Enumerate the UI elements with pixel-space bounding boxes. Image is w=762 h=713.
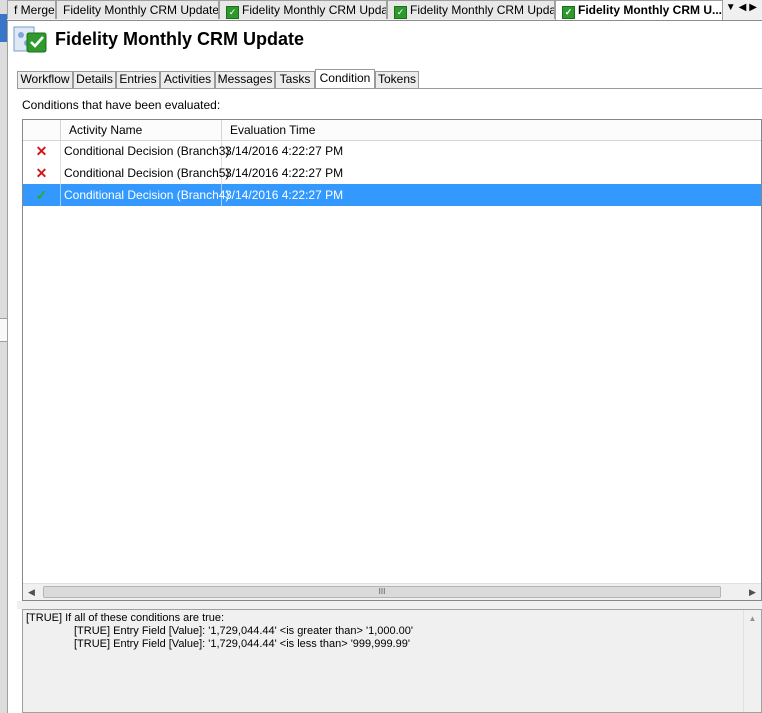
page-title: Fidelity Monthly CRM Update xyxy=(55,29,304,49)
view-tab-strip: Workflow Details Entries Activities Mess… xyxy=(17,69,762,89)
doc-tab-label: Fidelity Monthly CRM Update xyxy=(410,3,555,17)
condition-details-pane: [TRUE] If all of these conditions are tr… xyxy=(22,609,762,713)
tab-scroll-right-icon[interactable]: ▶ xyxy=(749,2,760,13)
tab-activities[interactable]: Activities xyxy=(160,71,215,88)
details-line: [TRUE] Entry Field [Value]: '1,729,044.4… xyxy=(74,625,414,637)
fail-icon: ✕ xyxy=(23,140,61,162)
scroll-up-icon[interactable]: ▲ xyxy=(744,612,761,625)
tab-scroll-left-icon[interactable]: ◀ xyxy=(739,2,750,13)
conditions-label: Conditions that have been evaluated: xyxy=(22,98,221,112)
tab-tokens[interactable]: Tokens xyxy=(375,71,419,88)
evaluation-time-cell: 3/14/2016 4:22:27 PM xyxy=(225,188,344,202)
doc-tab-label: Fidelity Monthly CRM Update xyxy=(242,3,387,17)
tab-workflow[interactable]: Workflow xyxy=(17,71,73,88)
checkmark-icon: ✓ xyxy=(394,6,407,19)
pass-icon: ✓ xyxy=(23,184,61,206)
vertical-scrollbar[interactable]: ▲ xyxy=(743,610,761,712)
pane-splitter[interactable] xyxy=(17,601,762,609)
column-header-evaluation-time[interactable]: Evaluation Time xyxy=(222,120,761,140)
doc-tab-merge[interactable]: f Merge xyxy=(7,0,56,19)
doc-tab-label: Fidelity Monthly CRM U... xyxy=(578,3,722,17)
activity-name-cell: Conditional Decision (Branch4) xyxy=(61,184,229,206)
tab-list-dropdown-icon[interactable]: ▼ xyxy=(726,2,739,13)
left-panel-field xyxy=(0,318,7,342)
checkmark-icon: ✓ xyxy=(562,6,575,19)
activity-name-cell: Conditional Decision (Branch5) xyxy=(61,162,229,184)
column-header-activity-name[interactable]: Activity Name xyxy=(61,120,222,140)
tab-messages[interactable]: Messages xyxy=(215,71,275,88)
doc-tab-label: f Merge xyxy=(14,3,55,17)
doc-tab-label: Fidelity Monthly CRM Update xyxy=(63,3,219,17)
doc-tab-crm-update-2[interactable]: ✓ Fidelity Monthly CRM Update xyxy=(219,0,387,19)
tab-condition[interactable]: Condition xyxy=(315,69,375,89)
left-panel-edge xyxy=(0,0,8,713)
details-line: [TRUE] If all of these conditions are tr… xyxy=(26,612,225,624)
horizontal-scrollbar[interactable]: ◀ III ▶ xyxy=(23,583,761,600)
table-row[interactable]: ✕ Conditional Decision (Branch3) 3/14/20… xyxy=(23,140,761,162)
tab-tasks[interactable]: Tasks xyxy=(275,71,315,88)
activity-name-cell: Conditional Decision (Branch3) xyxy=(61,140,229,162)
tab-baseline xyxy=(17,88,762,89)
left-panel-selection xyxy=(0,14,7,42)
scroll-left-icon[interactable]: ◀ xyxy=(23,584,40,600)
doc-tab-crm-update-1[interactable]: Fidelity Monthly CRM Update xyxy=(56,0,219,19)
scroll-thumb[interactable]: III xyxy=(43,586,721,598)
checkmark-icon: ✓ xyxy=(226,6,239,19)
fail-icon: ✕ xyxy=(23,162,61,184)
tab-details[interactable]: Details xyxy=(73,71,116,88)
document-tab-strip: f Merge Fidelity Monthly CRM Update ✓ Fid… xyxy=(7,0,762,21)
tab-entries[interactable]: Entries xyxy=(116,71,160,88)
conditions-grid[interactable]: Activity Name Evaluation Time ✕ Conditio… xyxy=(22,119,762,601)
doc-tab-crm-update-active[interactable]: ✓ Fidelity Monthly CRM U... xyxy=(555,0,723,20)
grid-header: Activity Name Evaluation Time xyxy=(23,120,761,141)
column-header-status[interactable] xyxy=(23,120,61,140)
details-line: [TRUE] Entry Field [Value]: '1,729,044.4… xyxy=(74,638,410,650)
workflow-document-icon xyxy=(13,26,47,53)
scroll-right-icon[interactable]: ▶ xyxy=(744,584,761,600)
doc-tab-crm-update-3[interactable]: ✓ Fidelity Monthly CRM Update xyxy=(387,0,555,19)
evaluation-time-cell: 3/14/2016 4:22:27 PM xyxy=(225,144,344,158)
evaluation-time-cell: 3/14/2016 4:22:27 PM xyxy=(225,166,344,180)
table-row[interactable]: ✕ Conditional Decision (Branch5) 3/14/20… xyxy=(23,162,761,184)
tab-scroll-controls: ▼◀▶ xyxy=(726,2,760,13)
table-row-selected[interactable]: ✓ Conditional Decision (Branch4) 3/14/20… xyxy=(23,184,761,206)
